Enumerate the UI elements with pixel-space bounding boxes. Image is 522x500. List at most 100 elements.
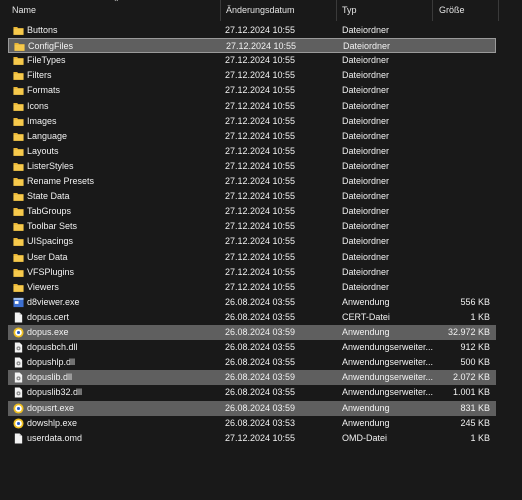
sort-ascending-icon: ⌃ <box>113 0 120 7</box>
file-name: Icons <box>27 100 49 111</box>
file-name: Formats <box>27 85 61 96</box>
file-modified-date: 27.12.2024 10:55 <box>225 221 296 232</box>
file-name: d8viewer.exe <box>27 296 80 307</box>
folder-icon <box>13 146 24 157</box>
file-name: userdata.omd <box>27 432 83 443</box>
file-type: Dateiordner <box>342 100 390 111</box>
file-row[interactable]: Language 27.12.2024 10:55 Dateiordner <box>8 129 496 144</box>
file-row[interactable]: dopushlp.dll 26.08.2024 03:55 Anwendungser… <box>8 355 496 370</box>
file-row[interactable]: Rename Presets 27.12.2024 10:55 Dateiordne… <box>8 174 496 189</box>
file-name: Layouts <box>27 145 59 156</box>
file-modified-date: 26.08.2024 03:55 <box>225 311 296 322</box>
file-row[interactable]: ListerStyles 27.12.2024 10:55 Dateiordner <box>8 159 496 174</box>
folder-icon <box>13 161 24 172</box>
column-header-type[interactable]: Typ <box>342 5 357 15</box>
file-type: Anwendungserweiter... <box>342 357 434 368</box>
file-row[interactable]: dowshlp.exe 26.08.2024 03:53 Anwendung 245 … <box>8 416 496 431</box>
file-modified-date: 27.12.2024 10:55 <box>225 70 296 81</box>
folder-icon <box>13 25 24 36</box>
column-divider[interactable] <box>498 0 499 21</box>
folder-icon <box>13 206 24 217</box>
application-icon <box>13 297 24 308</box>
file-row[interactable]: Icons 27.12.2024 10:55 Dateiordner <box>8 99 496 114</box>
file-row[interactable]: Toolbar Sets 27.12.2024 10:55 Dateiordner <box>8 219 496 234</box>
file-name: dopusbch.dll <box>27 342 78 353</box>
folder-icon <box>13 101 24 112</box>
file-name: ListerStyles <box>27 160 74 171</box>
column-header-bar: Name ⌃ Änderungsdatum Typ Größe <box>0 0 522 21</box>
file-row[interactable]: dopus.exe 26.08.2024 03:59 Anwendung 32.972… <box>8 325 496 340</box>
file-name: dopushlp.dll <box>27 357 76 368</box>
file-size: 912 KB <box>460 342 490 353</box>
file-modified-date: 27.12.2024 10:55 <box>225 251 296 262</box>
file-row[interactable]: d8viewer.exe 26.08.2024 03:55 Anwendung 556… <box>8 295 496 310</box>
file-name: dopus.exe <box>27 327 69 337</box>
file-modified-date: 27.12.2024 10:55 <box>225 281 296 292</box>
file-type: Dateiordner <box>342 145 390 156</box>
file-name: State Data <box>27 191 70 202</box>
file-icon <box>13 433 24 444</box>
file-type: Dateiordner <box>342 191 390 202</box>
file-modified-date: 26.08.2024 03:59 <box>225 372 296 383</box>
file-name: dopuslib.dll <box>27 372 73 383</box>
file-row[interactable]: Buttons 27.12.2024 10:55 Dateiordner <box>8 23 496 38</box>
file-type: CERT-Datei <box>342 311 390 322</box>
column-divider[interactable] <box>336 0 337 21</box>
file-row[interactable]: dopuslib32.dll 26.08.2024 03:55 Anwendungs… <box>8 385 496 400</box>
folder-icon <box>13 236 24 247</box>
file-type: Dateiordner <box>342 130 390 141</box>
file-type: Dateiordner <box>342 55 390 66</box>
folder-icon <box>13 85 24 96</box>
file-name: ConfigFiles <box>28 41 74 52</box>
file-row[interactable]: User Data 27.12.2024 10:55 Dateiordner <box>8 250 496 265</box>
file-row[interactable]: Filters 27.12.2024 10:55 Dateiordner <box>8 68 496 83</box>
file-size: 1.001 KB <box>452 387 490 398</box>
file-row[interactable]: dopusbch.dll 26.08.2024 03:55 Anwendungser… <box>8 340 496 355</box>
file-row[interactable]: VFSPlugins 27.12.2024 10:55 Dateiordner <box>8 265 496 280</box>
file-name: dopuslib32.dll <box>27 387 83 398</box>
file-size: 245 KB <box>460 417 490 428</box>
column-divider[interactable] <box>432 0 433 21</box>
file-type: Dateiordner <box>342 221 390 232</box>
file-name: User Data <box>27 251 68 262</box>
file-row[interactable]: State Data 27.12.2024 10:55 Dateiordner <box>8 189 496 204</box>
folder-icon <box>13 176 24 187</box>
column-header-size[interactable]: Größe <box>439 5 465 15</box>
file-row[interactable]: TabGroups 27.12.2024 10:55 Dateiordner <box>8 204 496 219</box>
file-row[interactable]: ConfigFiles 27.12.2024 10:55 Dateiordner <box>8 38 496 54</box>
file-type: Dateiordner <box>342 236 390 247</box>
file-type: Dateiordner <box>342 251 390 262</box>
file-type: Anwendungserweiter... <box>342 387 434 398</box>
file-row[interactable]: Viewers 27.12.2024 10:55 Dateiordner <box>8 280 496 295</box>
file-name: dopusrt.exe <box>27 402 75 413</box>
folder-icon <box>13 116 24 127</box>
column-header-name[interactable]: Name <box>12 5 36 15</box>
file-modified-date: 27.12.2024 10:55 <box>225 191 296 202</box>
file-size: 2.072 KB <box>452 372 490 383</box>
file-modified-date: 27.12.2024 10:55 <box>225 145 296 156</box>
file-name: UISpacings <box>27 236 74 247</box>
dopus-app-icon <box>13 402 24 414</box>
file-row[interactable]: FileTypes 27.12.2024 10:55 Dateiordner <box>8 53 496 68</box>
file-row[interactable]: dopusrt.exe 26.08.2024 03:59 Anwendung 831 … <box>8 400 496 416</box>
column-header-date[interactable]: Änderungsdatum <box>226 5 295 15</box>
file-modified-date: 26.08.2024 03:55 <box>225 296 296 307</box>
file-row[interactable]: dopuslib.dll 26.08.2024 03:59 Anwendungser… <box>8 370 496 386</box>
file-row[interactable]: Images 27.12.2024 10:55 Dateiordner <box>8 114 496 129</box>
file-name: TabGroups <box>27 206 72 217</box>
file-type: Anwendung <box>342 296 390 307</box>
file-modified-date: 27.12.2024 10:55 <box>226 41 297 52</box>
folder-icon <box>13 252 24 263</box>
file-size: 1 KB <box>470 432 490 443</box>
file-modified-date: 26.08.2024 03:59 <box>225 327 296 337</box>
file-modified-date: 27.12.2024 10:55 <box>225 206 296 217</box>
file-type: Dateiordner <box>342 70 390 81</box>
column-divider[interactable] <box>220 0 221 21</box>
file-row[interactable]: Formats 27.12.2024 10:55 Dateiordner <box>8 83 496 98</box>
file-row[interactable]: UISpacings 27.12.2024 10:55 Dateiordner <box>8 234 496 249</box>
file-name: Viewers <box>27 281 59 292</box>
file-row[interactable]: Layouts 27.12.2024 10:55 Dateiordner <box>8 144 496 159</box>
file-row[interactable]: dopus.cert 26.08.2024 03:55 CERT-Datei 1 KB <box>8 310 496 325</box>
file-row[interactable]: userdata.omd 27.12.2024 10:55 OMD-Datei 1 K… <box>8 431 496 446</box>
dll-icon <box>13 357 24 368</box>
